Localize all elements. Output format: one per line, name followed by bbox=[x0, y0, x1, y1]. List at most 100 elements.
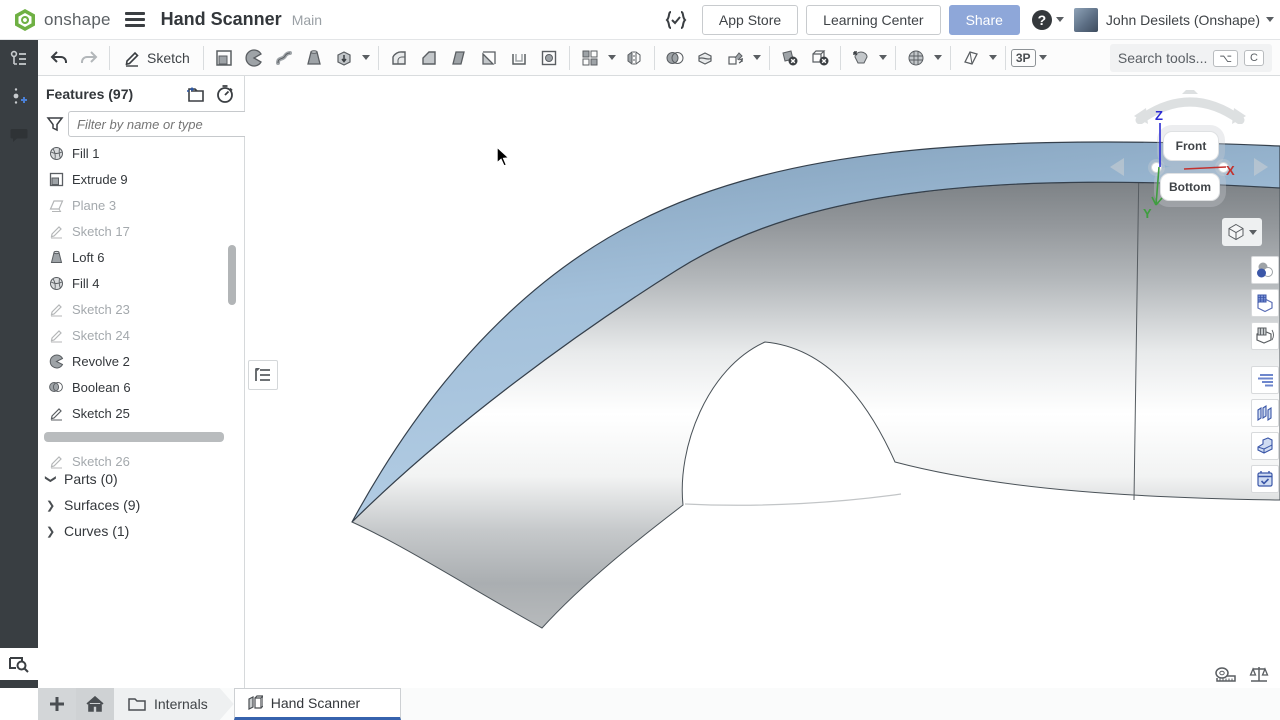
freeform-icon[interactable] bbox=[901, 43, 931, 73]
user-menu[interactable]: John Desilets (Onshape) bbox=[1106, 12, 1260, 28]
boolean-icon[interactable] bbox=[660, 43, 690, 73]
draft-icon[interactable] bbox=[444, 43, 474, 73]
loft-icon[interactable] bbox=[299, 43, 329, 73]
view-cube-icon bbox=[1227, 223, 1245, 241]
learning-center-button[interactable]: Learning Center bbox=[806, 5, 940, 35]
surface-icon[interactable] bbox=[956, 43, 986, 73]
measure-icon[interactable] bbox=[1213, 664, 1237, 686]
filter-input[interactable] bbox=[68, 111, 264, 137]
feature-list-icon[interactable] bbox=[0, 40, 38, 78]
tab-hand-scanner[interactable]: Hand Scanner bbox=[234, 688, 402, 720]
feature-row[interactable]: Fill 1 bbox=[38, 140, 228, 166]
appearance-panel-icon[interactable] bbox=[1251, 256, 1279, 284]
part-properties-panel-icon[interactable] bbox=[1251, 432, 1279, 460]
sweep-icon[interactable] bbox=[269, 43, 299, 73]
parts-list-panel-icon[interactable] bbox=[1251, 399, 1279, 427]
left-rail bbox=[0, 40, 38, 688]
new-folder-icon[interactable] bbox=[184, 83, 206, 105]
search-tools-box[interactable]: Search tools... ⌥ C bbox=[1110, 44, 1272, 72]
feature-row[interactable]: Sketch 17 bbox=[38, 218, 228, 244]
release-management-panel-icon[interactable] bbox=[1251, 465, 1279, 493]
feature-row[interactable]: Boolean 6 bbox=[38, 374, 228, 400]
section-curves[interactable]: ❯ Curves (1) bbox=[38, 518, 244, 544]
revolve-icon[interactable] bbox=[239, 43, 269, 73]
rib-icon[interactable] bbox=[474, 43, 504, 73]
undo-icon[interactable] bbox=[44, 43, 74, 73]
feature-row[interactable]: Fill 4 bbox=[38, 270, 228, 296]
fillet-icon[interactable] bbox=[384, 43, 414, 73]
configurations-panel-icon[interactable] bbox=[1251, 289, 1279, 317]
split-icon[interactable] bbox=[690, 43, 720, 73]
three-point-mode-button[interactable]: 3P bbox=[1011, 49, 1036, 67]
home-tab-button[interactable] bbox=[76, 688, 114, 720]
sketch-icon bbox=[48, 301, 64, 317]
document-search-icon[interactable] bbox=[0, 648, 38, 680]
hole-icon[interactable] bbox=[534, 43, 564, 73]
move-face-icon[interactable] bbox=[846, 43, 876, 73]
surface-menu-caret-icon[interactable] bbox=[986, 43, 1000, 73]
key-alt: ⌥ bbox=[1213, 50, 1238, 67]
feature-row[interactable]: Plane 3 bbox=[38, 192, 228, 218]
help-caret-icon[interactable] bbox=[1056, 17, 1064, 22]
feature-row[interactable]: Extrude 9 bbox=[38, 166, 228, 192]
versions-braces-icon[interactable] bbox=[664, 9, 688, 31]
transform-icon[interactable] bbox=[720, 43, 750, 73]
feature-row[interactable]: Sketch 23 bbox=[38, 296, 228, 322]
point-mode-caret-icon[interactable] bbox=[1036, 43, 1050, 73]
feature-row[interactable]: Sketch 25 bbox=[38, 400, 228, 426]
chamfer-icon[interactable] bbox=[414, 43, 444, 73]
view-options-button[interactable] bbox=[1222, 218, 1262, 246]
versions-history-icon[interactable] bbox=[0, 78, 38, 116]
user-menu-caret-icon[interactable] bbox=[1266, 17, 1274, 22]
freeform-menu-caret-icon[interactable] bbox=[931, 43, 945, 73]
section-surfaces[interactable]: ❯ Surfaces (9) bbox=[38, 492, 244, 518]
display-states-panel-icon[interactable] bbox=[1251, 322, 1279, 350]
section-parts[interactable]: ❯ Parts (0) bbox=[38, 466, 244, 492]
rollback-timer-icon[interactable] bbox=[214, 83, 236, 105]
redo-icon[interactable] bbox=[74, 43, 104, 73]
fill-icon bbox=[48, 275, 64, 291]
sketch-icon bbox=[48, 327, 64, 343]
shell-icon[interactable] bbox=[504, 43, 534, 73]
mirror-icon[interactable] bbox=[619, 43, 649, 73]
vertical-scrollbar[interactable] bbox=[228, 245, 236, 305]
share-button[interactable]: Share bbox=[949, 5, 1020, 35]
sketch-label: Sketch bbox=[147, 50, 190, 66]
main-menu-icon[interactable] bbox=[125, 12, 145, 27]
filter-funnel-icon[interactable] bbox=[46, 115, 64, 133]
workspace-name[interactable]: Main bbox=[292, 12, 322, 28]
rotate-left-arrow-icon[interactable] bbox=[1108, 156, 1126, 178]
panel-toggle-button[interactable] bbox=[248, 360, 278, 390]
tab-internals[interactable]: Internals bbox=[114, 688, 234, 720]
feature-row[interactable]: Sketch 24 bbox=[38, 322, 228, 348]
loft-icon bbox=[48, 249, 64, 265]
thicken-icon[interactable] bbox=[329, 43, 359, 73]
sketch-icon bbox=[48, 405, 64, 421]
mass-properties-icon[interactable] bbox=[1247, 664, 1271, 686]
pattern-menu-caret-icon[interactable] bbox=[605, 43, 619, 73]
user-avatar[interactable] bbox=[1074, 8, 1098, 32]
feature-row[interactable]: Loft 6 bbox=[38, 244, 228, 270]
comments-panel-icon[interactable] bbox=[1251, 366, 1279, 394]
thicken-menu-caret-icon[interactable] bbox=[359, 43, 373, 73]
folder-icon bbox=[128, 697, 146, 711]
feature-row[interactable]: Revolve 2 bbox=[38, 348, 228, 374]
transform-menu-caret-icon[interactable] bbox=[750, 43, 764, 73]
plane-icon bbox=[48, 197, 64, 213]
app-header: onshape Hand Scanner Main App Store Lear… bbox=[0, 0, 1280, 40]
comments-icon[interactable] bbox=[0, 116, 38, 154]
help-icon[interactable]: ? bbox=[1032, 10, 1052, 30]
features-panel-title: Features (97) bbox=[46, 86, 184, 102]
view-options-caret-icon bbox=[1249, 230, 1257, 235]
insert-tab-button[interactable] bbox=[38, 688, 76, 720]
delete-part-icon[interactable] bbox=[805, 43, 835, 73]
move-face-menu-caret-icon[interactable] bbox=[876, 43, 890, 73]
rotate-right-arrow-icon[interactable] bbox=[1252, 156, 1270, 178]
sketch-button[interactable]: Sketch bbox=[115, 43, 198, 73]
linear-pattern-icon[interactable] bbox=[575, 43, 605, 73]
key-c: C bbox=[1244, 50, 1264, 66]
extrude-icon[interactable] bbox=[209, 43, 239, 73]
app-store-button[interactable]: App Store bbox=[702, 5, 798, 35]
delete-face-icon[interactable] bbox=[775, 43, 805, 73]
horizontal-scrollbar[interactable] bbox=[44, 432, 224, 442]
